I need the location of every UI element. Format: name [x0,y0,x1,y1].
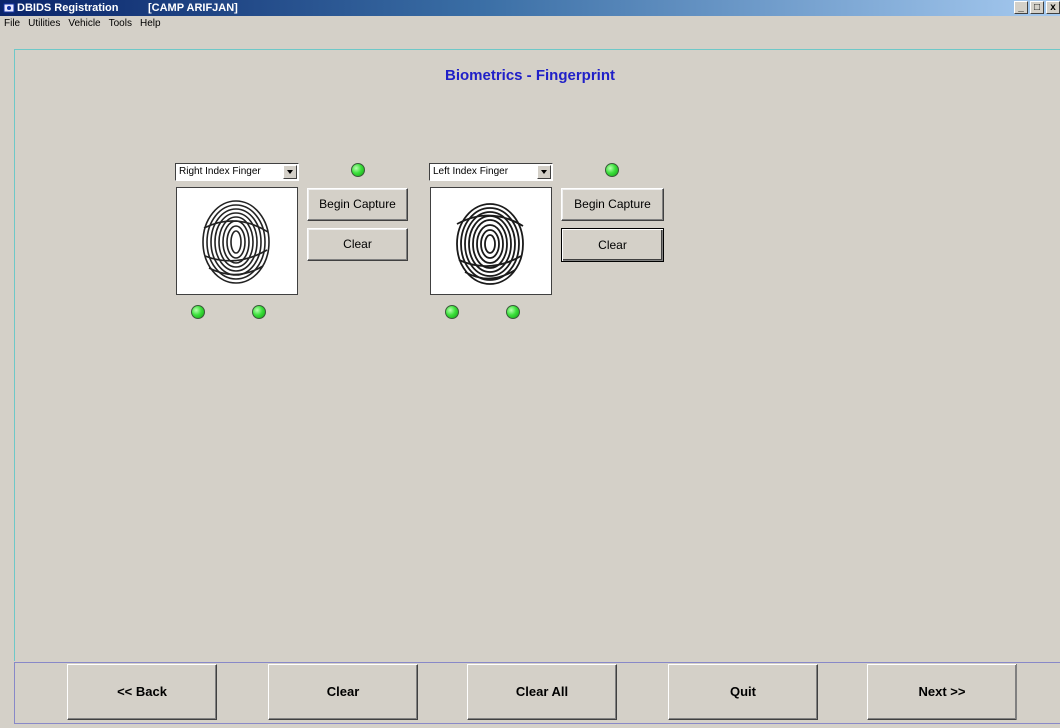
window-controls: _ □ x [1012,1,1060,14]
quit-button[interactable]: Quit [668,664,818,720]
menu-tools[interactable]: Tools [105,16,136,32]
status-led-left-top [605,163,619,177]
dropdown-arrow-icon[interactable] [537,165,551,179]
maximize-button[interactable]: □ [1030,1,1044,14]
close-button[interactable]: x [1046,1,1060,14]
status-led-right-bottom-2 [252,305,266,319]
clear-button[interactable]: Clear [268,664,418,720]
finger-select-right-value: Right Index Finger [179,166,261,177]
menu-vehicle[interactable]: Vehicle [64,16,104,32]
fingerprint-icon [202,200,270,284]
nav-divider [1016,664,1017,720]
window-title: DBIDS Registration [17,2,119,14]
fingerprint-image-left [430,187,552,295]
menu-help[interactable]: Help [136,16,165,32]
minimize-button[interactable]: _ [1014,1,1028,14]
clear-right-button[interactable]: Clear [307,228,408,261]
finger-select-left[interactable]: Left Index Finger [429,163,553,181]
title-bar: DBIDS Registration [CAMP ARIFJAN] _ □ x [0,0,1060,16]
status-led-right-top [351,163,365,177]
window-site: [CAMP ARIFJAN] [148,2,238,14]
status-led-left-bottom-1 [445,305,459,319]
menu-bar: File Utilities Vehicle Tools Help [0,16,1060,32]
fingerprint-icon [456,203,524,285]
finger-select-right[interactable]: Right Index Finger [175,163,299,181]
menu-utilities[interactable]: Utilities [24,16,64,32]
main-panel [14,49,1060,661]
back-button[interactable]: << Back [67,664,217,720]
begin-capture-right-button[interactable]: Begin Capture [307,188,408,221]
fingerprint-image-right [176,187,298,295]
app-icon [3,3,15,13]
status-led-right-bottom-1 [191,305,205,319]
status-led-left-bottom-2 [506,305,520,319]
menu-file[interactable]: File [0,16,24,32]
clear-all-button[interactable]: Clear All [467,664,617,720]
page-title: Biometrics - Fingerprint [444,67,616,84]
dropdown-arrow-icon[interactable] [283,165,297,179]
next-button[interactable]: Next >> [867,664,1017,720]
finger-select-left-value: Left Index Finger [433,166,509,177]
clear-left-button[interactable]: Clear [561,228,664,262]
begin-capture-left-button[interactable]: Begin Capture [561,188,664,221]
